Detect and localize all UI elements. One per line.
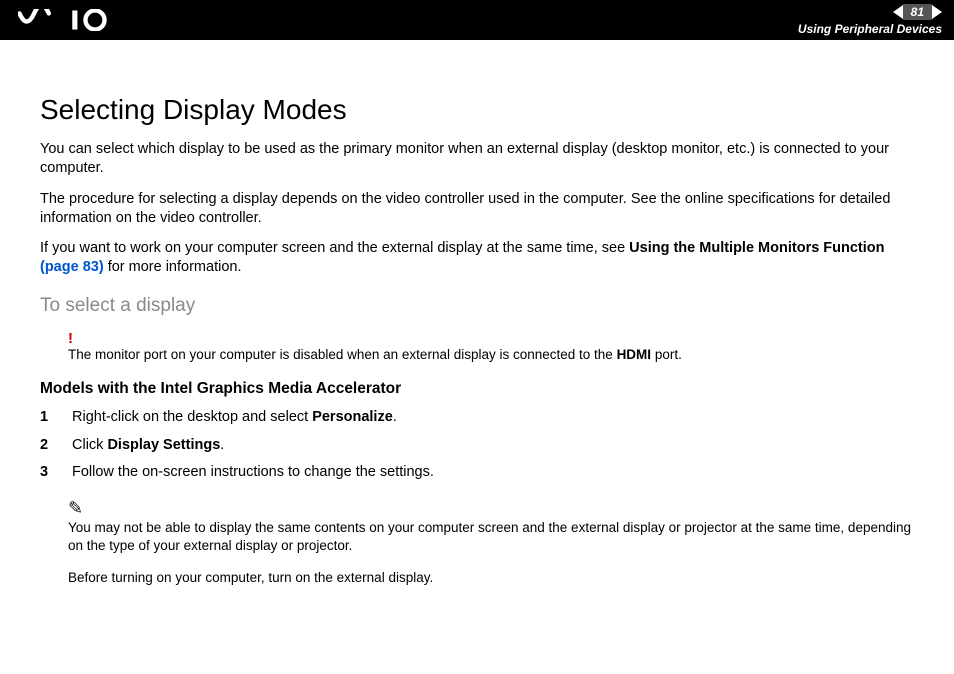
intro-para-1: You can select which display to be used … [40, 140, 914, 178]
para3-bold: Using the Multiple Monitors Function [629, 240, 884, 256]
warn-a: The monitor port on your computer is dis… [68, 347, 617, 362]
page-link-83[interactable]: (page 83) [40, 259, 104, 275]
next-page-icon[interactable] [932, 5, 942, 19]
step-num: 2 [40, 436, 54, 456]
note-text-2: Before turning on your computer, turn on… [68, 569, 914, 587]
page-title: Selecting Display Modes [40, 94, 914, 126]
model-heading: Models with the Intel Graphics Media Acc… [40, 380, 914, 398]
page-nav: 81 [893, 4, 942, 20]
step-text: Right-click on the desktop and select Pe… [72, 408, 397, 428]
header-right: 81 Using Peripheral Devices [798, 4, 942, 36]
step-2: 2 Click Display Settings. [40, 436, 914, 456]
warning-block: ! The monitor port on your computer is d… [68, 331, 914, 364]
step-1: 1 Right-click on the desktop and select … [40, 408, 914, 428]
warn-b: HDMI [617, 347, 652, 362]
warning-icon: ! [68, 331, 914, 346]
content-area: Selecting Display Modes You can select w… [0, 40, 954, 587]
warning-text: The monitor port on your computer is dis… [68, 347, 682, 362]
prev-page-icon[interactable] [893, 5, 903, 19]
intro-para-2: The procedure for selecting a display de… [40, 190, 914, 228]
step-text: Click Display Settings. [72, 436, 224, 456]
warn-c: port. [651, 347, 682, 362]
section-label: Using Peripheral Devices [798, 22, 942, 36]
steps-list: 1 Right-click on the desktop and select … [40, 408, 914, 483]
pencil-icon: ✎ [68, 498, 83, 518]
subheading: To select a display [40, 295, 914, 317]
intro-para-3: If you want to work on your computer scr… [40, 239, 914, 277]
note-block: ✎ You may not be able to display the sam… [68, 499, 914, 588]
note-text-1: You may not be able to display the same … [68, 519, 914, 555]
step-3: 3 Follow the on-screen instructions to c… [40, 463, 914, 483]
step-num: 1 [40, 408, 54, 428]
header-bar: 81 Using Peripheral Devices [0, 0, 954, 40]
para3-text-c: for more information. [104, 259, 242, 275]
vaio-logo-svg [18, 9, 128, 31]
page-number: 81 [903, 4, 932, 20]
para3-text-a: If you want to work on your computer scr… [40, 240, 629, 256]
step-text: Follow the on-screen instructions to cha… [72, 463, 434, 483]
vaio-logo [18, 9, 128, 31]
step-num: 3 [40, 463, 54, 483]
